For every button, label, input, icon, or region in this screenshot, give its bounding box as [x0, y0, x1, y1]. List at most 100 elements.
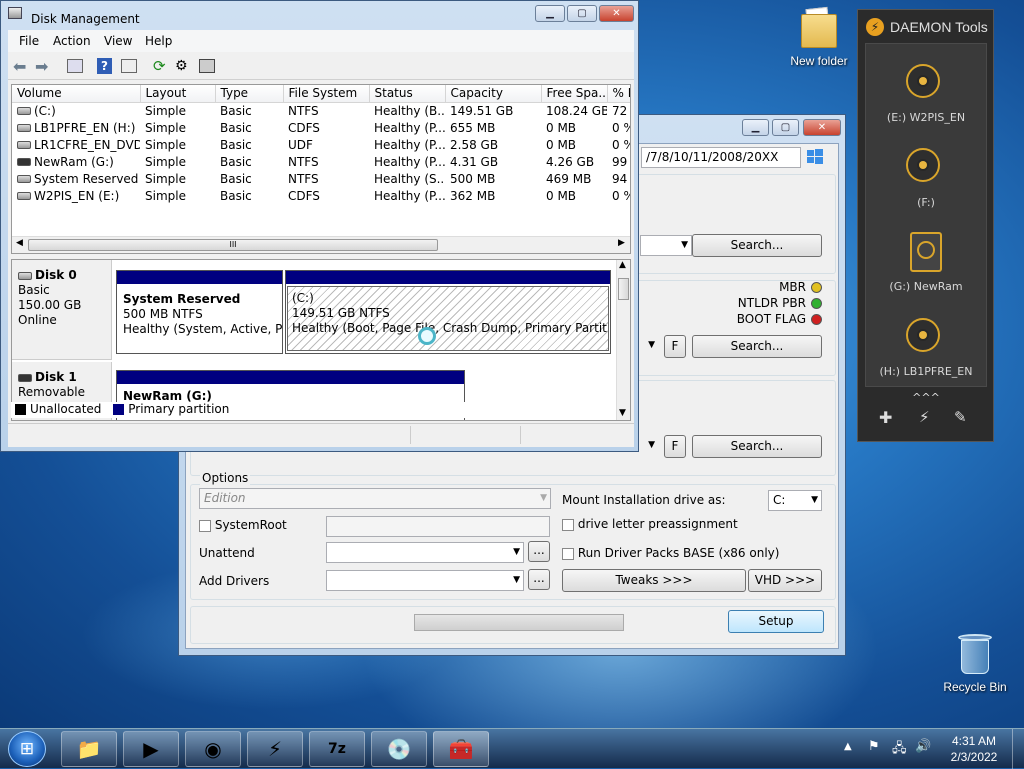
explorer-taskbar-icon[interactable]: 📁	[61, 731, 117, 767]
menu-file[interactable]: File	[19, 34, 39, 48]
column-header[interactable]: Layout	[140, 85, 216, 103]
status-bar	[8, 423, 634, 445]
virtual-drive-h-icon[interactable]	[906, 318, 940, 352]
boot-format-button[interactable]: F	[664, 335, 686, 358]
7zip-taskbar-icon[interactable]: 7z	[309, 731, 365, 767]
mount-drive-dropdown[interactable]: C: ▼	[768, 490, 822, 511]
winntsetup-taskbar-icon[interactable]: 💿	[371, 731, 427, 767]
scroll-left-icon[interactable]: ◀	[16, 238, 23, 248]
scroll-thumb[interactable]	[618, 278, 629, 300]
unattend-browse-button[interactable]: ...	[528, 541, 550, 562]
edition-dropdown[interactable]: Edition ▼	[199, 488, 551, 509]
export-list-icon[interactable]	[199, 59, 215, 73]
add-drivers-dropdown[interactable]: ▼	[326, 570, 524, 591]
column-header[interactable]: Capacity	[445, 85, 542, 103]
systemroot-checkbox[interactable]: SystemRoot	[199, 518, 319, 532]
boot-drive-dropdown-arrow[interactable]: ▼	[640, 336, 658, 357]
show-hidden-icons-icon[interactable]: ▲	[844, 741, 852, 752]
volume-cell-layout: Simple	[145, 171, 186, 186]
preassignment-checkbox[interactable]: drive letter preassignment	[562, 517, 738, 531]
collapse-toggle[interactable]: ^^^	[906, 391, 946, 404]
volume-cell-fs: NTFS	[288, 154, 319, 169]
volume-icon[interactable]: 🔊	[915, 739, 931, 754]
search-boot-button[interactable]: Search...	[692, 335, 822, 358]
column-header[interactable]: Status	[369, 85, 446, 103]
volume-cell-status: Healthy (B...	[374, 103, 445, 118]
close-button[interactable]: ✕	[803, 119, 841, 136]
disk0-info[interactable]: Disk 0 Basic 150.00 GB Online	[12, 260, 112, 360]
install-format-button[interactable]: F	[664, 435, 686, 458]
maximize-button[interactable]: ▢	[567, 5, 597, 22]
search-install-button[interactable]: Search...	[692, 435, 822, 458]
vhd-button[interactable]: VHD >>>	[748, 569, 822, 592]
menu-bar: File Action View Help	[8, 30, 634, 52]
column-header[interactable]: File System	[283, 85, 370, 103]
setup-button[interactable]: Setup	[728, 610, 824, 633]
virtual-drive-e-icon[interactable]	[906, 64, 940, 98]
drive-icon	[17, 124, 31, 132]
minimize-button[interactable]: ▁	[742, 119, 769, 136]
scroll-right-icon[interactable]: ▶	[618, 238, 625, 248]
clock[interactable]: 4:31 AM 2/3/2022	[944, 733, 1004, 765]
scroll-thumb[interactable]: III	[28, 239, 438, 251]
menu-action[interactable]: Action	[53, 34, 91, 48]
chrome-taskbar-icon[interactable]: ◉	[185, 731, 241, 767]
volume-row[interactable]: W2PIS_EN (E:) Simple Basic CDFS Healthy (P..…	[12, 187, 630, 204]
c-drive-partition[interactable]: (C:) 149.51 GB NTFS Healthy (Boot, Page …	[285, 270, 611, 354]
volume-row[interactable]: NewRam (G:) Simple Basic NTFS Healthy (P... 4…	[12, 153, 630, 170]
volume-cell-layout: Simple	[145, 103, 186, 118]
rescan-disks-icon[interactable]: ⚙	[175, 58, 188, 74]
new-folder-desktop-icon[interactable]: New folder	[779, 6, 859, 68]
back-icon[interactable]: ⬅	[13, 57, 26, 76]
drive-icon	[17, 158, 31, 166]
vertical-scrollbar[interactable]: ▲ ▼	[616, 260, 630, 420]
virtual-drive-f-icon[interactable]	[906, 148, 940, 182]
install-drive-dropdown-arrow[interactable]: ▼	[640, 436, 658, 457]
column-header[interactable]: Type	[215, 85, 284, 103]
tweaks-button[interactable]: Tweaks >>>	[562, 569, 746, 592]
volume-row[interactable]: LB1PFRE_EN (H:) Simple Basic CDFS Healthy (P…	[12, 119, 630, 136]
quick-mount-icon[interactable]: ⚡	[919, 408, 930, 426]
disk-management-taskbar-icon[interactable]: 🧰	[433, 731, 489, 767]
scroll-down-icon[interactable]: ▼	[619, 408, 626, 418]
driverpacks-checkbox[interactable]: Run Driver Packs BASE (x86 only)	[562, 546, 779, 560]
show-desktop-button[interactable]	[1012, 729, 1024, 769]
scroll-up-icon[interactable]: ▲	[619, 260, 626, 270]
add-drivers-browse-button[interactable]: ...	[528, 569, 550, 590]
unattend-dropdown[interactable]: ▼	[326, 542, 524, 563]
column-header[interactable]: Volume	[12, 85, 141, 103]
daemon-tools-taskbar-icon[interactable]: ⚡	[247, 731, 303, 767]
volume-row[interactable]: System Reserved Simple Basic NTFS Healthy (S…	[12, 170, 630, 187]
volume-row[interactable]: (C:) Simple Basic NTFS Healthy (B... 149.51 G…	[12, 102, 630, 119]
maximize-button[interactable]: ▢	[772, 119, 799, 136]
virtual-hdd-g-icon[interactable]	[910, 232, 942, 272]
minimize-button[interactable]: ▁	[535, 5, 565, 22]
action-center-icon[interactable]: ⚑	[868, 739, 880, 754]
unmount-icon[interactable]: ✎	[954, 408, 967, 426]
horizontal-scrollbar[interactable]: ◀ III ▶	[12, 236, 630, 253]
source-path-dropdown[interactable]: ▼	[640, 235, 692, 256]
recycle-bin-desktop-icon[interactable]: Recycle Bin	[935, 632, 1015, 694]
help-icon[interactable]: ?	[97, 58, 112, 74]
system-reserved-partition[interactable]: System Reserved 500 MB NTFS Healthy (Sys…	[116, 270, 283, 354]
drive-icon	[17, 107, 31, 116]
search-source-button[interactable]: Search...	[692, 234, 822, 257]
forward-icon[interactable]: ➡	[35, 57, 48, 76]
disk-graphical-view: Disk 0 Basic 150.00 GB Online System Res…	[11, 259, 631, 421]
show-hide-console-tree-icon[interactable]	[67, 59, 83, 73]
add-drive-icon[interactable]: ✚	[879, 408, 892, 427]
media-player-taskbar-icon[interactable]: ▶	[123, 731, 179, 767]
column-header[interactable]: % F	[607, 85, 630, 103]
menu-view[interactable]: View	[104, 34, 132, 48]
systemroot-field[interactable]	[326, 516, 550, 537]
refresh-icon[interactable]: ⟳	[153, 57, 166, 75]
column-header[interactable]: Free Spa...	[541, 85, 608, 103]
volume-row[interactable]: LR1CFRE_EN_DVD ... Simple Basic UDF Healthy …	[12, 136, 630, 153]
network-icon[interactable]: 🖧	[892, 739, 907, 761]
close-button[interactable]: ✕	[599, 5, 634, 22]
menu-help[interactable]: Help	[145, 34, 172, 48]
volume-cell-layout: Simple	[145, 154, 186, 169]
properties-icon[interactable]	[121, 59, 137, 73]
start-button[interactable]: ⊞	[8, 731, 46, 767]
disk-icon	[18, 373, 32, 382]
